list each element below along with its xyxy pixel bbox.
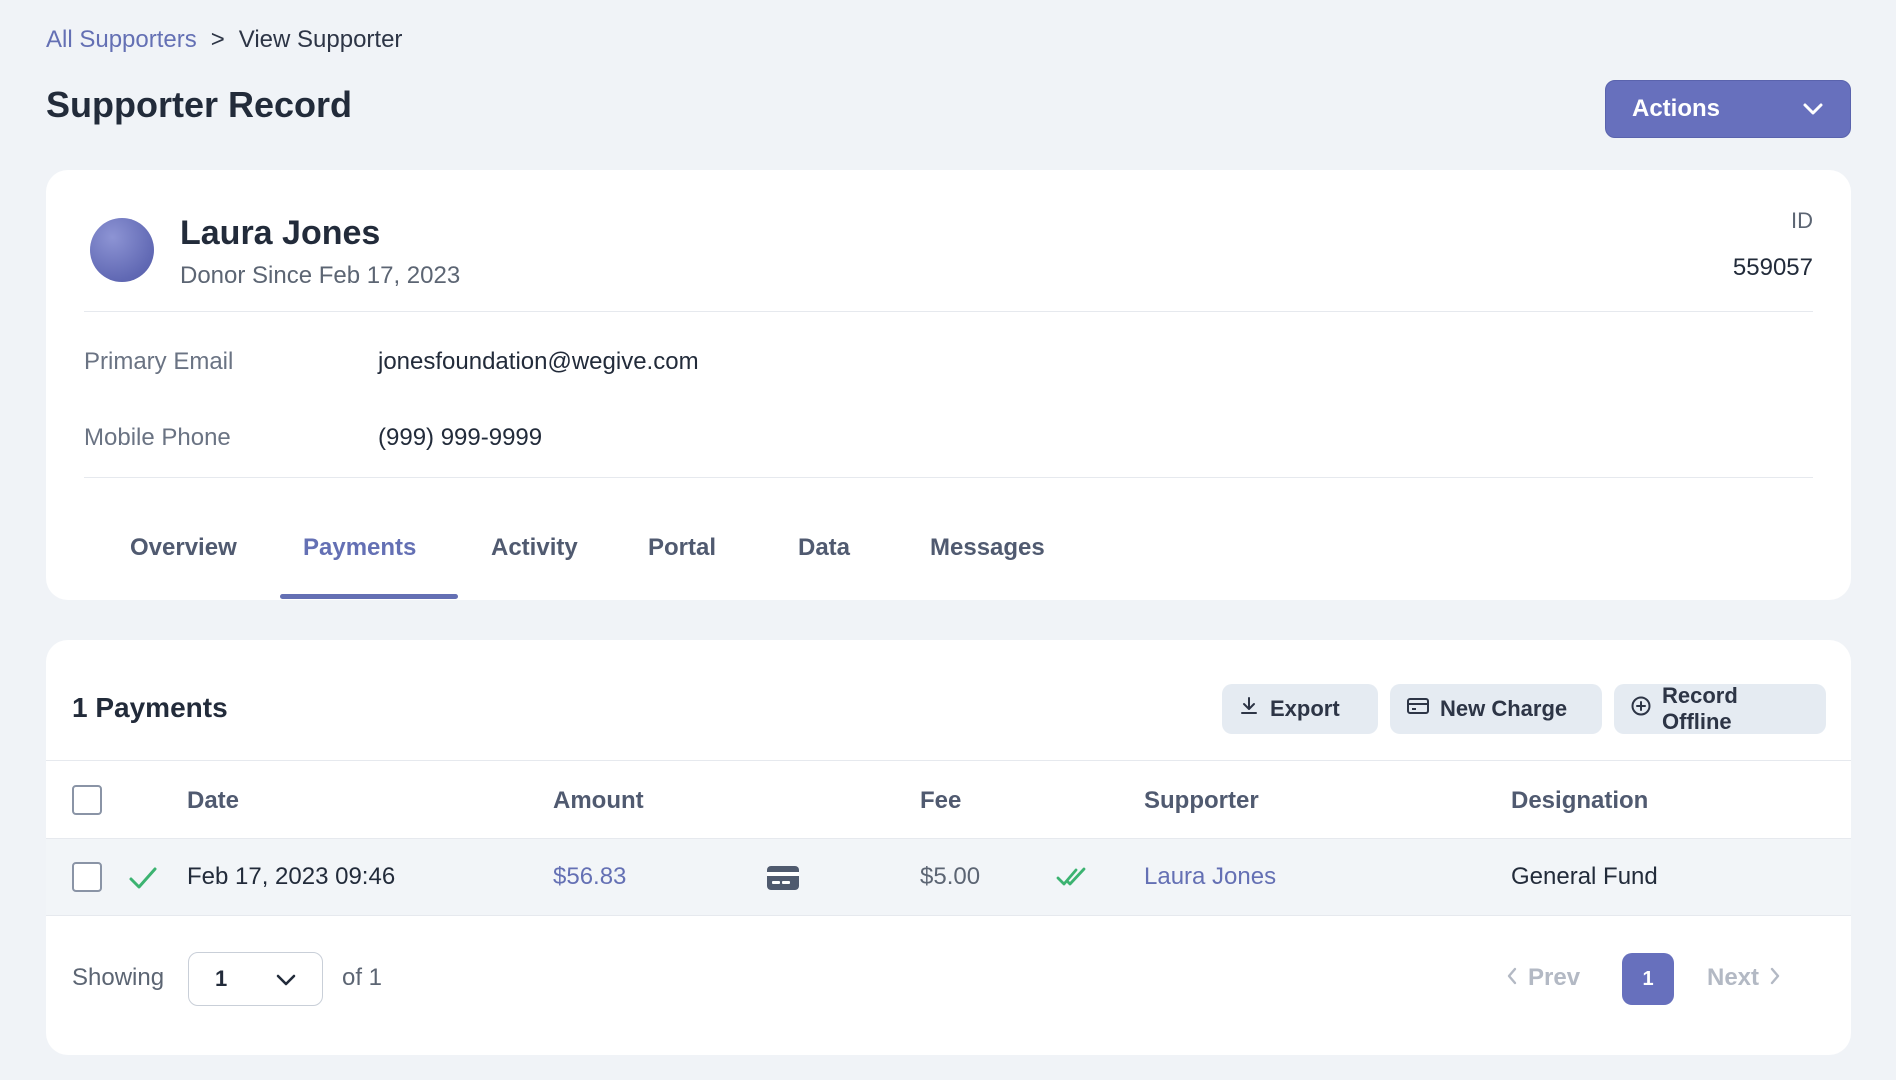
divider [84,477,1813,478]
payment-designation: General Fund [1511,863,1658,890]
supporter-profile-card: Laura Jones Donor Since Feb 17, 2023 ID … [46,170,1851,600]
record-offline-button[interactable]: Record Offline [1614,683,1826,734]
plus-circle-icon [1630,695,1652,723]
select-all-checkbox[interactable] [72,785,102,815]
actions-dropdown-button[interactable]: Actions [1605,80,1851,138]
column-header-amount[interactable]: Amount [553,787,644,815]
breadcrumb-current: View Supporter [238,26,403,53]
new-charge-button[interactable]: New Charge [1390,684,1602,734]
credit-card-icon [766,865,800,896]
breadcrumb-all-supporters-link[interactable]: All Supporters [46,26,197,54]
mobile-phone-label: Mobile Phone [84,424,231,451]
tab-activity[interactable]: Activity [491,528,578,600]
showing-label: Showing [72,964,165,991]
active-tab-indicator [280,594,458,599]
breadcrumb-separator: > [210,26,225,53]
supporter-name: Laura Jones [180,214,381,252]
breadcrumb: All Supporters > View Supporter [46,26,402,54]
payment-fee: $5.00 [920,863,981,890]
record-tabs: Overview Payments Activity Portal Data M… [46,528,1851,600]
chevron-right-icon [1769,964,1781,992]
tab-messages[interactable]: Messages [930,528,1045,600]
primary-email-value: jonesfoundation@wegive.com [378,348,699,375]
export-button[interactable]: Export [1222,684,1378,734]
primary-email-label: Primary Email [84,348,234,375]
column-header-supporter[interactable]: Supporter [1144,787,1259,815]
donor-since: Donor Since Feb 17, 2023 [180,262,461,289]
double-check-icon [1056,865,1090,894]
table-header: Date Amount Fee Supporter Designation [46,760,1851,838]
table-row[interactable]: Feb 17, 2023 09:46 $56.83 $5.00 Laura Jo… [46,838,1851,916]
column-header-designation[interactable]: Designation [1511,787,1648,815]
record-offline-label: Record Offline [1662,683,1738,734]
export-label: Export [1270,696,1340,721]
tab-data[interactable]: Data [798,528,850,600]
prev-label: Prev [1528,964,1581,991]
chevron-left-icon [1506,964,1518,992]
new-charge-label: New Charge [1440,696,1568,721]
column-header-date[interactable]: Date [187,787,239,815]
id-value: 559057 [1732,254,1813,281]
next-label: Next [1707,964,1760,991]
divider [84,311,1813,312]
tab-overview[interactable]: Overview [130,528,237,600]
payment-date: Feb 17, 2023 09:46 [187,863,396,890]
payment-supporter-link[interactable]: Laura Jones [1144,863,1276,891]
chevron-down-icon [1802,95,1824,123]
tab-payments[interactable]: Payments [303,528,416,600]
download-icon [1238,695,1260,723]
page-size-value: 1 [215,966,228,991]
payments-count-title: 1 Payments [72,692,228,723]
tab-portal[interactable]: Portal [648,528,716,600]
chevron-down-icon [276,966,296,992]
credit-card-icon [1406,696,1430,722]
page-size-select[interactable]: 1 [188,952,323,1006]
next-page-button[interactable]: Next [1707,964,1781,992]
page-total-label: of 1 [342,964,383,991]
page-title: Supporter Record [46,84,353,125]
payments-card: 1 Payments Export New Charge Record Offl… [46,640,1851,1055]
avatar [90,218,154,282]
row-select-checkbox[interactable] [72,862,102,892]
column-header-fee[interactable]: Fee [920,787,961,815]
actions-label: Actions [1632,95,1721,122]
payment-amount-link[interactable]: $56.83 [553,863,626,891]
check-icon [128,865,158,896]
id-label: ID [1791,208,1813,233]
current-page-button[interactable]: 1 [1622,953,1674,1005]
mobile-phone-value: (999) 999-9999 [378,424,543,451]
prev-page-button[interactable]: Prev [1506,964,1580,992]
